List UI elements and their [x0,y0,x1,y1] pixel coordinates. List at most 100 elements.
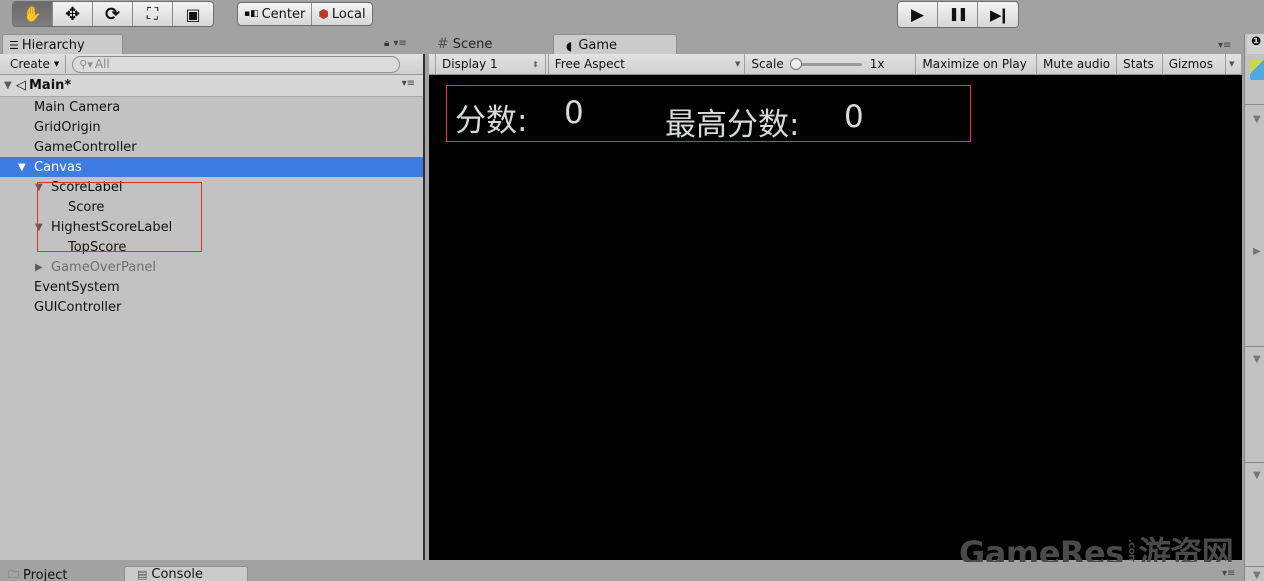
hierarchy-item[interactable]: ▼ Canvas [0,157,423,177]
tab-scene[interactable]: # Scene [437,36,492,52]
hierarchy-item[interactable]: Main Camera [0,97,423,117]
rect-tool-button[interactable]: ▣ [173,2,213,26]
section-divider [1245,104,1264,105]
hierarchy-item-label: Canvas [34,159,82,175]
pause-button[interactable]: ❚❚ [938,2,978,27]
rect-transform-icon: ▣ [185,4,201,24]
scene-menu-icon[interactable]: ▾≡ [402,78,415,89]
hierarchy-item-label: TopScore [68,239,127,255]
hierarchy-item-label: GridOrigin [34,119,101,135]
hierarchy-item-label: EventSystem [34,279,120,295]
game-panel-menu-icon[interactable]: ▾≡ [1218,40,1231,51]
maximize-on-play-toggle[interactable]: Maximize on Play [916,53,1038,75]
mute-label: Mute audio [1043,57,1111,71]
move-arrows-icon: ✥ [64,3,81,25]
step-icon: ▶❙ [989,5,1010,24]
aspect-label: Free Aspect [554,57,625,71]
tab-hierarchy[interactable]: ☰ Hierarchy [2,34,123,56]
collapse-arrow-icon[interactable]: ▼ [35,222,47,233]
folder-icon: 🗀 [8,568,19,581]
collapse-arrow-icon[interactable]: ▼ [1253,114,1261,125]
pivot-controls: ▪◧ Center ⬢ Local [237,2,373,26]
console-icon: ▤ [137,568,148,581]
game-viewport[interactable]: 分数: 0 最高分数: 0 GameRes .com 游资网 [429,75,1242,572]
hierarchy-item[interactable]: GameController [0,137,423,157]
tab-console[interactable]: ▤ Console [124,566,248,581]
hierarchy-item[interactable]: EventSystem [0,277,423,297]
display-dropdown[interactable]: Display 1 ⬍ [435,53,546,75]
scale-slider-track [793,63,862,66]
lock-icon[interactable]: 🔒︎ [384,38,389,49]
info-icon: ❶ [1251,34,1262,48]
move-tool-button[interactable]: ✥ [53,2,93,26]
search-icon: ⚲▾ [79,57,93,71]
hierarchy-item[interactable]: ▶ GameOverPanel [0,257,423,277]
dropdown-arrow-icon: ▼ [735,60,741,68]
hierarchy-toolbar: Create ▼ ⚲▾ All [0,54,423,75]
collapse-arrow-icon[interactable]: ▼ [18,162,30,173]
pivot-local-button[interactable]: ⬢ Local [312,3,371,25]
step-button[interactable]: ▶❙ [978,2,1018,27]
pivot-local-label: Local [331,6,366,22]
scale-tool-button[interactable]: ⛶ [133,2,173,26]
scale-slider-thumb[interactable] [789,58,802,70]
create-dropdown[interactable]: Create ▼ [4,55,67,73]
unity-logo-icon: ◁ [16,78,26,93]
scale-slider[interactable] [789,58,862,70]
hierarchy-item-label: Score [68,199,105,215]
tab-project[interactable]: 🗀 Project [8,566,67,581]
create-label: Create [10,57,50,71]
hierarchy-item[interactable]: TopScore [0,237,423,257]
collapse-arrow-icon[interactable]: ▼ [4,80,16,91]
scene-header[interactable]: ▼ ◁ Main* ▾≡ [0,75,423,97]
console-tab-label: Console [151,567,204,581]
hierarchy-tree: Main Camera GridOrigin GameController ▼ Canv… [0,97,423,317]
pivot-center-button[interactable]: ▪◧ Center [238,3,313,25]
collapse-arrow-icon[interactable]: ▼ [1253,470,1261,481]
mute-audio-toggle[interactable]: Mute audio [1037,53,1118,75]
maximize-label: Maximize on Play [922,57,1027,71]
gizmos-toggle[interactable]: Gizmos [1163,53,1227,75]
gizmos-dropdown[interactable]: ▼ [1226,53,1242,75]
stats-toggle[interactable]: Stats [1117,53,1163,75]
rotate-tool-button[interactable]: ⟳ [93,2,133,26]
hand-icon: ✋ [23,5,42,23]
game-tab-label: Game [578,38,618,53]
hierarchy-item[interactable]: ▼ HighestScoreLabel [0,217,423,237]
hierarchy-item-label: HighestScoreLabel [51,219,173,235]
hand-tool-button[interactable]: ✋ [13,2,53,26]
hierarchy-item-label: GUIController [34,299,122,315]
collapse-arrow-icon[interactable]: ▼ [1253,354,1261,365]
hierarchy-item-label: ScoreLabel [51,179,123,195]
hierarchy-item[interactable]: GUIController [0,297,423,317]
hierarchy-item[interactable]: Score [0,197,423,217]
section-divider [1245,462,1264,463]
hierarchy-item-label: GameController [34,139,137,155]
bottom-panel-menu-icon[interactable]: ▾≡ [1222,568,1235,579]
transform-tools: ✋ ✥ ⟳ ⛶ ▣ [12,1,214,27]
expand-arrow-icon[interactable]: ▶ [1253,246,1261,257]
project-tab-label: Project [23,568,68,581]
expand-arrow-icon[interactable]: ▶ [35,262,47,273]
play-button[interactable]: ▶ [898,2,938,27]
play-icon: ▶ [910,4,925,25]
hierarchy-list-icon: ☰ [9,39,19,52]
pause-icon: ❚❚ [948,7,969,22]
hierarchy-item[interactable]: GridOrigin [0,117,423,137]
inspector-tab[interactable]: ❶ [1247,34,1264,54]
aspect-dropdown[interactable]: Free Aspect ▼ [547,53,746,75]
local-cube-icon: ⬢ [318,7,329,21]
high-score-value: 0 [844,99,864,135]
hierarchy-search-input[interactable]: ⚲▾ All [72,55,401,73]
collapse-arrow-icon[interactable]: ▼ [1253,570,1261,581]
hierarchy-panel: Create ▼ ⚲▾ All ▼ ◁ Main* ▾≡ Main Camera… [0,54,425,560]
stats-label: Stats [1123,57,1154,71]
hierarchy-item[interactable]: ▼ ScoreLabel [0,177,423,197]
section-divider [1245,566,1264,567]
grid-hash-icon: # [437,36,449,52]
collapse-arrow-icon[interactable]: ▼ [35,182,47,193]
display-label: Display 1 [442,57,498,71]
score-value: 0 [564,95,584,131]
scale-label: Scale [751,57,784,71]
panel-menu-icon[interactable]: ▾≡ [393,38,406,49]
